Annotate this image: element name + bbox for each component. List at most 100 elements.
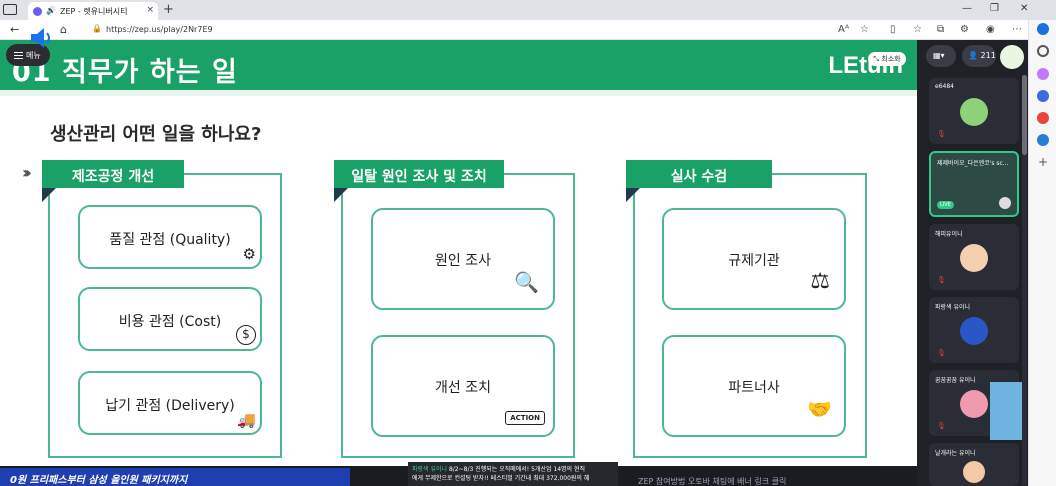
my-avatar[interactable] (1000, 45, 1024, 69)
item-partner: 파트너사 🤝 (662, 335, 846, 437)
panel-tag-label: 제조공정 개선 (71, 169, 155, 185)
lock-icon: 🔒 (92, 24, 102, 33)
item-label: 규제기관 (728, 253, 780, 269)
url-text: https://zep.us/play/2Nr7E9 (106, 25, 213, 34)
mic-muted-icon: 🎙 (937, 276, 946, 284)
search-icon[interactable] (1037, 45, 1049, 57)
chevron-right-icon: ››› (22, 163, 32, 182)
chat-bubble: 파랑색 유이니 8/2~8/3 진행되는 오직메에서! 5개산업 14명의 현직… (408, 462, 618, 486)
quality-badge-icon: ⚙ (242, 245, 256, 263)
outlook-icon[interactable] (1037, 134, 1049, 146)
tag-fold (334, 188, 348, 202)
participant-card[interactable]: 파랑색 유이니 🎙 (929, 297, 1019, 363)
tab-actions-icon[interactable] (3, 4, 17, 15)
avatar (999, 197, 1011, 209)
browser-tab[interactable]: 🔊 ZEP - 렛유니버시티 × (28, 2, 158, 20)
shopping-tag-icon[interactable] (1037, 68, 1049, 80)
address-bar[interactable]: 🔒 https://zep.us/play/2Nr7E9 (88, 22, 878, 38)
zep-join-guide: ZEP 참여방법 오토바 채팅에 배너 링크 클릭 (638, 477, 787, 486)
bing-copilot-icon[interactable] (1037, 23, 1049, 35)
screen: 🔊 ZEP - 렛유니버시티 × + — ❐ ✕ ← ⌂ 🔒 https://z… (0, 0, 1056, 486)
panel-tag-label: 일탈 원인 조사 및 조치 (351, 169, 487, 185)
layout-toggle-button[interactable]: ▦▾ (926, 45, 956, 67)
collapse-arrows-icon: ⤡ (873, 55, 880, 63)
handshake-icon: 🤝 (807, 397, 832, 421)
mic-muted-icon: 🎙 (937, 130, 946, 138)
item-label: 파트너사 (728, 380, 780, 396)
participant-card[interactable]: 날개라는 유이니 (929, 443, 1019, 486)
participant-name: e6484 (935, 83, 954, 90)
zep-favicon-icon (33, 7, 42, 16)
slide-question: 생산관리 어떤 일을 하나요? (50, 124, 262, 145)
item-cause-investigation: 원인 조사 🔍 (371, 208, 555, 310)
more-options-icon[interactable]: ⋯ (1012, 24, 1022, 35)
chat-line-2: 에게 무제한으로 컨설팅 받자!! 페스티벌 기간내 최대 372,000원의 … (412, 475, 590, 482)
slide-header: 01 직무가 하는 일 LEtuin (0, 40, 917, 96)
tab-audio-icon[interactable]: 🔊 (46, 6, 56, 15)
participant-card[interactable]: e6484 🎙 (929, 78, 1019, 144)
chat-line-1: 8/2~8/3 진행되는 오직메에서! 5개산업 14명의 현직 (448, 466, 586, 473)
item-regulatory: 규제기관 ⚖ (662, 208, 846, 310)
avatar (960, 98, 988, 126)
extensions-icon[interactable]: ⚙ (960, 24, 969, 35)
participant-count-button[interactable]: 👤 211 (962, 45, 996, 67)
games-icon[interactable] (1037, 112, 1049, 124)
collections-icon[interactable]: ⧉ (937, 24, 944, 35)
read-aloud-icon[interactable]: Aᴬ (838, 24, 849, 35)
live-badge: LIVE (937, 201, 954, 209)
tools-icon[interactable] (1037, 90, 1049, 102)
hamburger-icon (14, 52, 23, 59)
presentation-slide: 01 직무가 하는 일 LEtuin ››› 생산관리 어떤 일을 하나요? 제… (0, 40, 917, 466)
chat-sender: 파랑색 유이니 (412, 466, 448, 473)
tab-title: ZEP - 렛유니버시티 (60, 7, 128, 16)
panel-tag-label: 실사 수검 (670, 169, 728, 185)
participant-scroll-thumb[interactable] (1022, 75, 1027, 155)
favorites-icon[interactable]: ☆ (913, 24, 922, 35)
map-peek (990, 382, 1022, 440)
mic-muted-icon: 🎙 (937, 422, 946, 430)
person-icon: 👤 (968, 51, 978, 60)
minimize-button[interactable]: ⤡ 최소화 (868, 52, 906, 66)
window-close-button[interactable]: ✕ (1020, 3, 1028, 14)
browser-tab-bar: 🔊 ZEP - 렛유니버시티 × + — ❐ ✕ (0, 0, 1056, 20)
speaker-icon[interactable] (28, 25, 54, 51)
header-underline (0, 90, 917, 96)
document-search-icon: 🔍 (514, 270, 539, 294)
window-minimize-button[interactable]: — (962, 3, 972, 14)
edge-sidebar: + (1028, 20, 1056, 486)
item-delivery: 납기 관점 (Delivery) 🚚 (78, 371, 262, 435)
panel-tag-deviation: 일탈 원인 조사 및 조치 (334, 160, 504, 202)
participant-name: 파랑색 유이니 (935, 304, 971, 311)
window-maximize-button[interactable]: ❐ (990, 3, 999, 14)
participant-card[interactable]: 해피유이니 🎙 (929, 224, 1019, 290)
item-label: 원인 조사 (435, 253, 491, 269)
avatar (960, 244, 988, 272)
avatar (963, 461, 985, 483)
promo-banner-left[interactable]: 0원 프리패스부터 삼성 올인원 패키지까지 (0, 468, 350, 486)
dollar-down-icon: $ (236, 325, 256, 345)
participant-name: 해피유이니 (935, 231, 963, 238)
grid-layout-icon: ▦▾ (933, 51, 945, 60)
browser-toolbar: ← ⌂ 🔒 https://zep.us/play/2Nr7E9 Aᴬ ☆ ▯ … (0, 20, 1028, 40)
tab-close-icon[interactable]: × (146, 5, 154, 15)
panel-tag-inspection: 실사 수검 (626, 160, 772, 202)
new-tab-button[interactable]: + (163, 2, 174, 17)
add-sidebar-icon[interactable]: + (1037, 156, 1049, 168)
split-screen-icon[interactable]: ▯ (890, 24, 896, 35)
participant-card-active[interactable]: 제제바이오_다은엔코's sc... LIVE (929, 151, 1019, 217)
participant-name: 날개라는 유이니 (935, 450, 976, 457)
item-label: 품질 관점 (Quality) (109, 232, 231, 248)
tag-fold (42, 188, 56, 202)
favorite-star-icon[interactable]: ☆ (860, 24, 869, 35)
scales-icon: ⚖ (810, 269, 830, 294)
item-label: 비용 관점 (Cost) (118, 314, 222, 330)
tag-fold (626, 188, 640, 202)
item-quality: 품질 관점 (Quality) ⚙ (78, 205, 262, 269)
item-cost: 비용 관점 (Cost) $ (78, 287, 262, 351)
profile-avatar-icon[interactable]: ◉ (986, 24, 995, 35)
participant-count: 211 (980, 51, 996, 60)
back-arrow-icon[interactable]: ← (10, 23, 19, 36)
item-label: 개선 조치 (435, 380, 491, 396)
home-icon[interactable]: ⌂ (60, 23, 67, 36)
menu-label: 메뉴 (26, 51, 41, 60)
